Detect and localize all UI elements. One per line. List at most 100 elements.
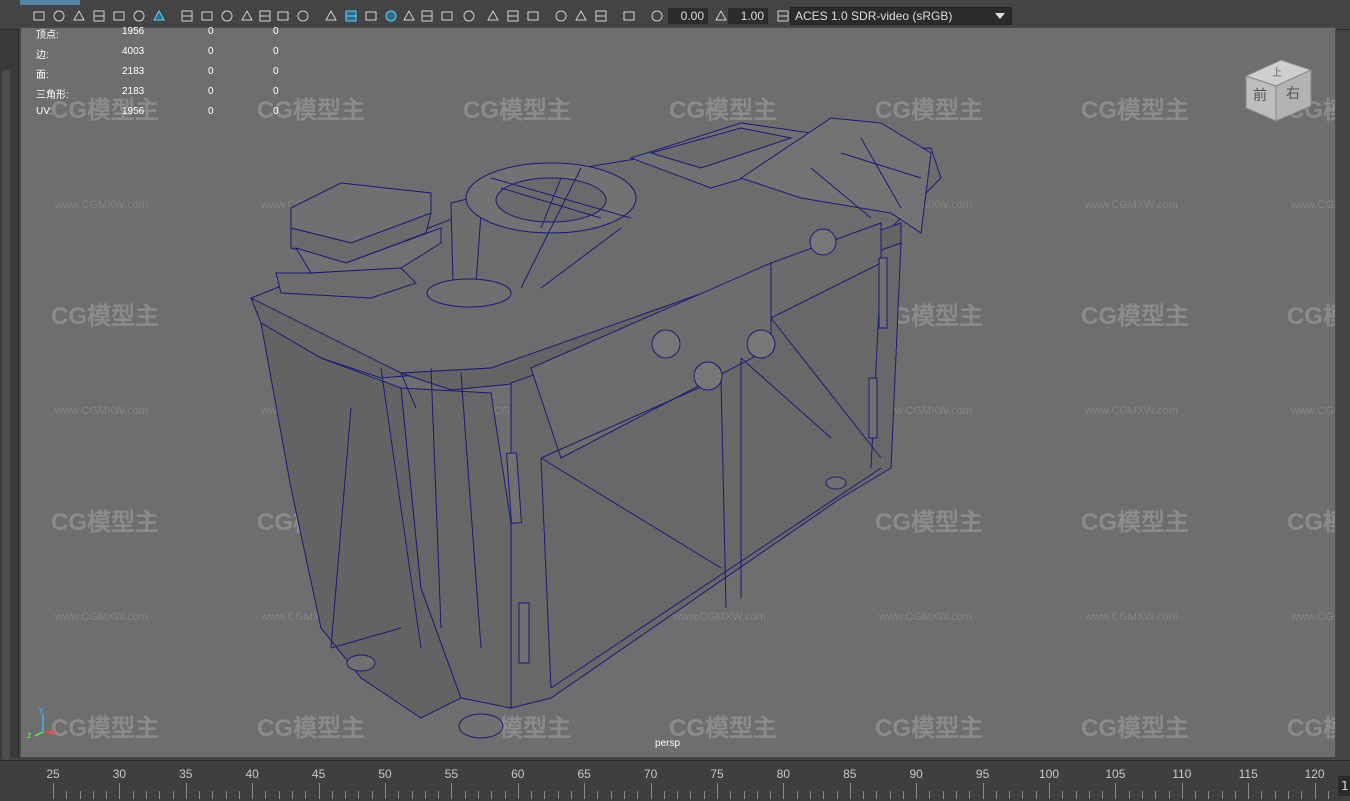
watermark-url: www.CGMXW.com: [878, 611, 972, 623]
watermark-logo: CG模型主: [1081, 303, 1189, 330]
timeline-tick-label: 120: [1304, 767, 1325, 781]
watermark-url: www.CGMXW.com: [1084, 199, 1178, 211]
timeline-tick-mark: [172, 791, 174, 799]
shadows-icon[interactable]: [344, 9, 358, 23]
timeline-tick-mark: [66, 791, 68, 799]
hud-label: 顶点:: [36, 30, 59, 41]
timeline-tick-label: 75: [710, 767, 724, 781]
safe-title-icon[interactable]: [240, 9, 254, 23]
watermark-logo: CG模型主: [1287, 303, 1336, 330]
watermark-logo: CG模型主: [1287, 715, 1336, 742]
timeline-tick-mark: [292, 791, 294, 799]
use-lights-icon[interactable]: [324, 9, 338, 23]
camera-icon[interactable]: [32, 9, 46, 23]
safe-action-icon[interactable]: [220, 9, 234, 23]
axis-x-label: x: [49, 727, 54, 737]
grid-icon[interactable]: [776, 9, 790, 23]
timeline-tick-mark: [969, 791, 971, 799]
timeline-tick-mark: [491, 791, 493, 799]
gamma-field[interactable]: 1.00: [728, 8, 768, 24]
timeline-tick-mark: [438, 791, 440, 799]
exposure-field[interactable]: 0.00: [668, 8, 708, 24]
hud-value: 0: [208, 66, 214, 77]
timeline-tick-mark: [504, 791, 506, 799]
timeline-tick-mark: [743, 791, 745, 799]
smooth-shade-icon[interactable]: [276, 9, 290, 23]
watermark-logo: CG模型主: [669, 97, 777, 124]
bookmark-icon[interactable]: [72, 9, 86, 23]
vertical-scrollbar[interactable]: [2, 70, 10, 760]
timeline-tick-mark: [79, 791, 81, 799]
watermark-logo: CG模型主: [51, 509, 159, 536]
xray-joints-icon[interactable]: [486, 9, 500, 23]
timeline-tick-label: 90: [909, 767, 923, 781]
watermark-logo: CG模型主: [1287, 509, 1336, 536]
current-frame-field[interactable]: 1: [1338, 776, 1350, 796]
left-side-strip: [0, 30, 19, 760]
hud-value: 0: [208, 26, 214, 37]
timeline-tick-mark: [185, 783, 187, 799]
backface-icon[interactable]: [506, 9, 520, 23]
3d-viewport[interactable]: CG模型主 www.CGMXW.com CG模型主 www.CGMXW.com CG模型…: [20, 27, 1336, 758]
color-space-select[interactable]: ACES 1.0 SDR-video (sRGB): [790, 7, 1012, 25]
timeline-tick-mark: [358, 791, 360, 799]
watermark-logo: CG模型主: [875, 97, 983, 124]
motion-blur-icon[interactable]: [384, 9, 398, 23]
timeline-tick-mark: [1035, 791, 1037, 799]
grid-icon[interactable]: [112, 9, 126, 23]
timeline-tick-mark: [318, 783, 320, 799]
timeline-tick-mark: [849, 783, 851, 799]
field-chart-icon[interactable]: [200, 9, 214, 23]
timeline-tick-mark: [1288, 791, 1290, 799]
axis-z-label: z: [27, 730, 32, 740]
timeline-tick-mark: [371, 791, 373, 799]
image-plane-icon[interactable]: [92, 9, 106, 23]
timeline-tick-mark: [836, 791, 838, 799]
timeline-tick-mark: [132, 791, 134, 799]
camera-icon[interactable]: [594, 9, 608, 23]
timeline-tick-mark: [1301, 791, 1303, 799]
camera-attributes-icon[interactable]: [622, 9, 636, 23]
timeline-tick-label: 60: [511, 767, 525, 781]
xray-icon[interactable]: [462, 9, 476, 23]
exposure-icon[interactable]: [526, 9, 540, 23]
image-plane-icon[interactable]: [714, 9, 728, 23]
hud-value: 1956: [122, 106, 145, 117]
active-panel-tab[interactable]: [20, 0, 80, 5]
hud-value: 0: [208, 86, 214, 97]
camera-attributes-icon[interactable]: [52, 9, 66, 23]
timeline-tick-mark: [982, 783, 984, 799]
hud-label: 三角形:: [36, 90, 69, 101]
wireframe-icon[interactable]: [258, 9, 272, 23]
timeline-tick-mark: [1049, 783, 1050, 799]
watermark-url: www.CGMXW.com: [1084, 405, 1178, 417]
gamma-icon[interactable]: [554, 9, 568, 23]
film-gate-icon[interactable]: [132, 9, 146, 23]
timeline-tick-mark: [823, 791, 825, 799]
sideboard-model: [249, 117, 942, 739]
timeline-tick-mark: [717, 783, 718, 799]
resolution-gate-icon[interactable]: [152, 9, 166, 23]
gate-mask-icon[interactable]: [180, 9, 194, 23]
time-slider[interactable]: 25 30 35 40 45 50 55 60 65 70 75 80 85 90 95 100 105 110 1…: [0, 760, 1350, 801]
hud-value: 0: [273, 46, 279, 57]
anti-alias-icon[interactable]: [402, 9, 416, 23]
watermark-logo: CG模型主: [875, 509, 983, 536]
timeline-tick-mark: [1075, 791, 1077, 799]
color-management-icon[interactable]: [574, 9, 588, 23]
isolate-select-icon[interactable]: [440, 9, 454, 23]
hud-value: 0: [273, 66, 279, 77]
watermark-url: www.CGMXW.com: [1290, 405, 1336, 417]
watermark-url: www.CGMXW.com: [54, 199, 148, 211]
timeline-tick-mark: [889, 791, 891, 799]
timeline-tick-mark: [212, 791, 214, 799]
timeline-tick-label: 110: [1172, 767, 1192, 781]
timeline-tick-label: 30: [112, 767, 127, 781]
textured-icon[interactable]: [296, 9, 310, 23]
depth-of-field-icon[interactable]: [420, 9, 434, 23]
timeline-tick-label: 85: [843, 767, 857, 781]
timeline-tick-mark: [119, 783, 121, 799]
bookmark-icon[interactable]: [650, 9, 664, 23]
ambient-occlusion-icon[interactable]: [364, 9, 378, 23]
timeline-tick-mark: [942, 791, 944, 799]
